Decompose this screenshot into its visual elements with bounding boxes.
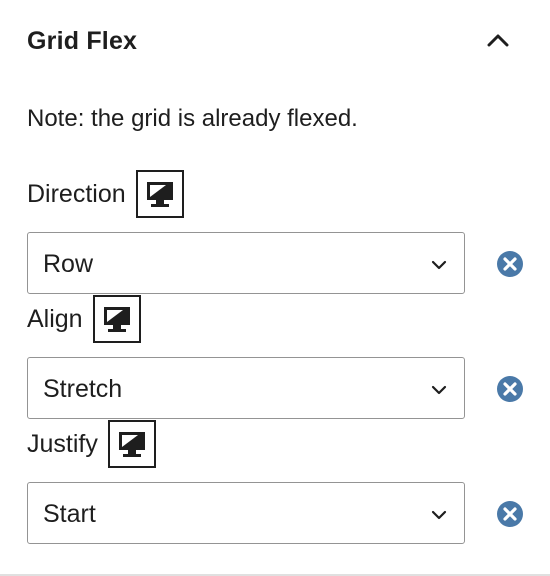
grid-flex-panel: Grid Flex Note: the grid is already flex… xyxy=(0,0,550,576)
direction-select-value: Row xyxy=(43,250,94,278)
desktop-icon xyxy=(146,182,173,207)
chevron-down-icon xyxy=(431,385,447,395)
align-label-row: Align xyxy=(27,293,141,345)
direction-label: Direction xyxy=(27,179,126,208)
direction-label-row: Direction xyxy=(27,168,184,220)
note-text: Note: the grid is already flexed. xyxy=(27,105,358,132)
align-select[interactable]: Stretch xyxy=(27,357,465,419)
justify-label: Justify xyxy=(27,429,98,458)
desktop-icon xyxy=(118,432,145,457)
justify-select[interactable]: Start xyxy=(27,482,465,544)
panel-header-toggle[interactable]: Grid Flex xyxy=(0,0,550,88)
chevron-up-icon[interactable] xyxy=(486,32,510,48)
align-select-value: Stretch xyxy=(43,375,123,403)
chevron-down-icon xyxy=(431,260,447,270)
direction-device-button[interactable] xyxy=(135,170,184,218)
justify-select-value: Start xyxy=(43,500,96,528)
align-clear-icon[interactable] xyxy=(496,375,524,403)
align-device-button[interactable] xyxy=(92,295,141,343)
direction-select[interactable]: Row xyxy=(27,232,465,294)
chevron-down-icon xyxy=(431,510,447,520)
panel-title: Grid Flex xyxy=(27,27,138,55)
justify-label-row: Justify xyxy=(27,418,156,470)
desktop-icon xyxy=(103,307,130,332)
align-label: Align xyxy=(27,304,83,333)
direction-clear-icon[interactable] xyxy=(496,250,524,278)
justify-device-button[interactable] xyxy=(107,420,156,468)
justify-clear-icon[interactable] xyxy=(496,500,524,528)
